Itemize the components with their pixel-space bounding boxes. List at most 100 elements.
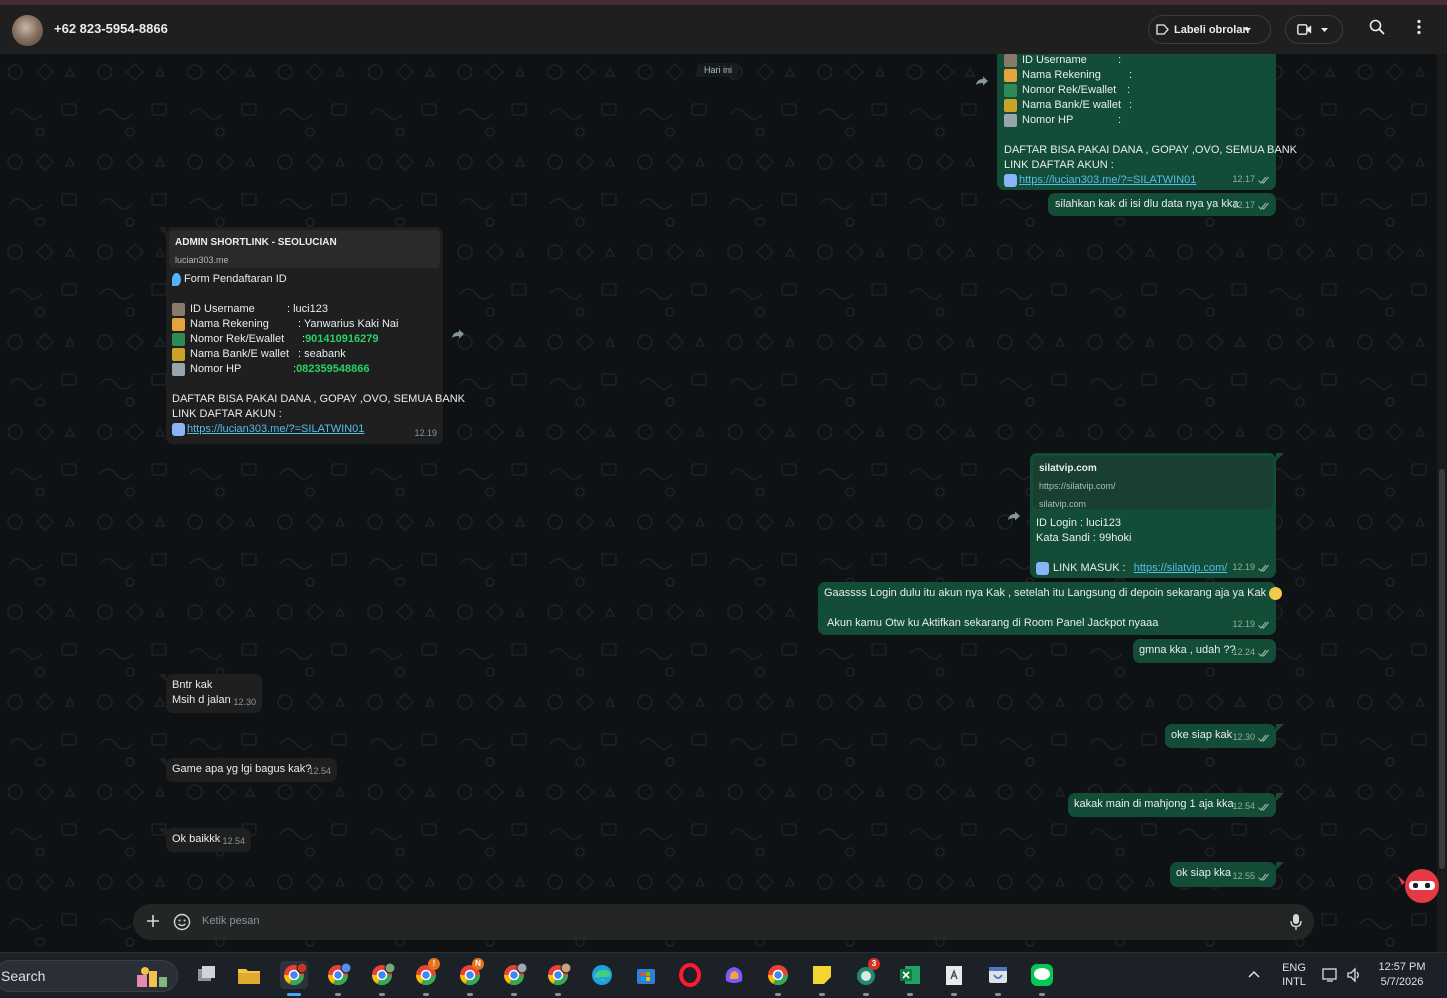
taskbar-running-indicator <box>287 993 301 996</box>
forward-icon[interactable] <box>451 329 465 339</box>
taskbar-search[interactable]: Search <box>0 960 178 992</box>
message-time: 12.54 <box>308 766 331 776</box>
scrollbar-thumb[interactable] <box>1439 469 1445 869</box>
line-messenger-icon[interactable] <box>1028 961 1056 989</box>
whatsapp-web-window: +62 823-5954-8866 Labeli obrolan Hari in… <box>0 0 1447 998</box>
message-outgoing[interactable]: Gaassss Login dulu itu akun nya Kak , se… <box>818 582 1283 635</box>
chrome-profile-1-icon[interactable] <box>280 961 308 989</box>
chrome-profile-6-icon[interactable] <box>500 961 528 989</box>
form-row-emoji-icon <box>172 318 185 331</box>
notification-badge: 3 <box>868 958 880 970</box>
message-link[interactable]: https://lucian303.me/?=SILATWIN01 <box>187 422 364 437</box>
form-label: Nomor Rek/Ewallet <box>190 333 285 345</box>
message-text: LINK MASUK : <box>1053 562 1126 574</box>
chevron-down-icon <box>1244 28 1251 32</box>
system-clock[interactable]: 12:57 PM 5/7/2026 <box>1370 961 1434 988</box>
message-time: 12.19 <box>1232 562 1255 572</box>
message-outgoing[interactable]: oke siap kak 12.30 <box>1165 724 1276 748</box>
chat-scrollbar[interactable] <box>1437 54 1447 952</box>
chat-conversation-pane[interactable]: Hari ini ID Username: Nama Rekening: Nom… <box>0 54 1437 952</box>
read-ticks-icon <box>1258 803 1269 811</box>
message-meta: 12.54 <box>308 764 331 779</box>
more-menu-icon[interactable] <box>1416 19 1422 35</box>
read-ticks-icon <box>1258 202 1269 210</box>
chevron-up-icon[interactable] <box>1248 970 1260 978</box>
taskbar-running-indicator <box>423 993 429 996</box>
chrome-icon[interactable] <box>764 961 792 989</box>
form-row-rekening: Nama Rekening: <box>1004 68 1269 83</box>
chrome-profile-7-icon[interactable] <box>544 961 572 989</box>
opera-browser-icon[interactable] <box>676 961 704 989</box>
message-outgoing[interactable]: silahkan kak di isi dlu data nya ya kka … <box>1048 193 1276 216</box>
sticky-notes-icon[interactable] <box>808 961 836 989</box>
form-label: Nomor Rek/Ewallet <box>1022 84 1117 96</box>
message-input[interactable]: Ketik pesan <box>202 915 259 927</box>
language-indicator[interactable]: ENG INTL <box>1278 962 1310 988</box>
message-meta: 12.54 <box>222 834 245 849</box>
file-explorer-icon[interactable] <box>235 961 263 989</box>
form-title-row: Form Pendaftaran ID <box>172 272 437 287</box>
taskbar-running-indicator <box>555 993 561 996</box>
form-label: Nama Rekening <box>190 318 269 330</box>
link-preview-card[interactable]: silatvip.com https://silatvip.com/ silat… <box>1033 456 1273 509</box>
copilot-icon[interactable] <box>720 961 748 989</box>
chrome-profile-2-icon[interactable] <box>324 961 352 989</box>
chevron-down-icon <box>1321 28 1328 32</box>
speaker-volume-icon[interactable] <box>1346 967 1362 983</box>
task-view-icon[interactable] <box>192 961 220 989</box>
forward-icon[interactable] <box>975 76 989 86</box>
taskbar-running-indicator <box>951 993 957 996</box>
taskbar-running-indicator <box>511 993 517 996</box>
message-incoming[interactable]: Game apa yg lgi bagus kak? 12.54 <box>166 758 337 782</box>
form-row-emoji-icon <box>172 348 185 361</box>
message-outgoing[interactable]: gmna kka , udah ?? 12.24 <box>1133 639 1276 663</box>
message-incoming[interactable]: Ok baikkk 12.54 <box>166 828 251 852</box>
network-display-icon[interactable] <box>1322 967 1340 983</box>
message-outgoing[interactable]: ok siap kka 12.55 <box>1170 862 1276 887</box>
link-preview-card[interactable]: ADMIN SHORTLINK - SEOLUCIAN lucian303.me <box>169 230 440 268</box>
sticker-emoji-icon[interactable] <box>173 913 191 931</box>
contact-avatar[interactable] <box>12 15 43 46</box>
bubble-tail <box>158 674 166 682</box>
message-time: 12.24 <box>1232 647 1255 657</box>
bubble-tail <box>158 828 166 836</box>
attach-plus-icon[interactable] <box>145 913 161 929</box>
label-chat-button[interactable]: Labeli obrolan <box>1148 15 1271 44</box>
edge-browser-icon[interactable] <box>588 961 616 989</box>
form-label: Nomor HP <box>1022 114 1074 126</box>
read-ticks-icon <box>1258 176 1269 184</box>
microphone-icon[interactable] <box>1290 913 1302 931</box>
message-incoming-form-filled[interactable]: ADMIN SHORTLINK - SEOLUCIAN lucian303.me… <box>166 227 465 444</box>
form-row-emoji-icon <box>172 363 185 376</box>
video-call-button[interactable] <box>1285 15 1343 44</box>
chrome-profile-4-icon[interactable]: ! <box>412 958 440 989</box>
message-link[interactable]: https://lucian303.me/?=SILATWIN01 <box>1019 173 1196 188</box>
taskbar-search-text: Search <box>1 968 46 984</box>
message-outgoing[interactable]: kakak main di mahjong 1 aja kka 12.54 <box>1068 793 1276 817</box>
taskbar-running-indicator <box>467 993 473 996</box>
arrow-right-icon <box>1004 174 1017 187</box>
forward-icon[interactable] <box>1007 511 1021 521</box>
search-icon[interactable] <box>1369 19 1385 35</box>
chrome-profile-5-icon[interactable]: N <box>456 958 484 989</box>
droplet-icon <box>172 273 181 286</box>
microsoft-store-icon[interactable] <box>632 961 660 989</box>
chrome-profile-3-icon[interactable] <box>368 961 396 989</box>
message-outgoing-form-template[interactable]: ID Username: Nama Rekening: Nomor Rek/Ew… <box>997 54 1298 190</box>
contact-name[interactable]: +62 823-5954-8866 <box>54 21 168 36</box>
snipping-tool-icon[interactable] <box>984 961 1012 989</box>
whatsapp-web-app-icon[interactable]: 3 <box>852 958 880 989</box>
notepad-icon[interactable] <box>940 961 968 989</box>
search-highlight-icon <box>137 967 167 987</box>
message-time: 12.54 <box>222 836 245 846</box>
video-camera-icon <box>1297 24 1312 35</box>
message-link[interactable]: https://silatvip.com/ <box>1134 561 1228 576</box>
excel-icon[interactable] <box>896 961 924 989</box>
message-time: 12.17 <box>1232 200 1255 210</box>
floating-mascot-icon[interactable] <box>1397 866 1441 904</box>
message-incoming[interactable]: Bntr kak Msih d jalan 12.30 <box>166 674 262 713</box>
form-rows: ID Username: luci123 Nama Rekening: Yanwa… <box>172 302 437 377</box>
taskbar-running-indicator <box>335 993 341 996</box>
message-outgoing-login-info[interactable]: silatvip.com https://silatvip.com/ silat… <box>1030 453 1276 578</box>
message-text: DAFTAR BISA PAKAI DANA , GOPAY ,OVO, SEM… <box>1004 144 1298 156</box>
